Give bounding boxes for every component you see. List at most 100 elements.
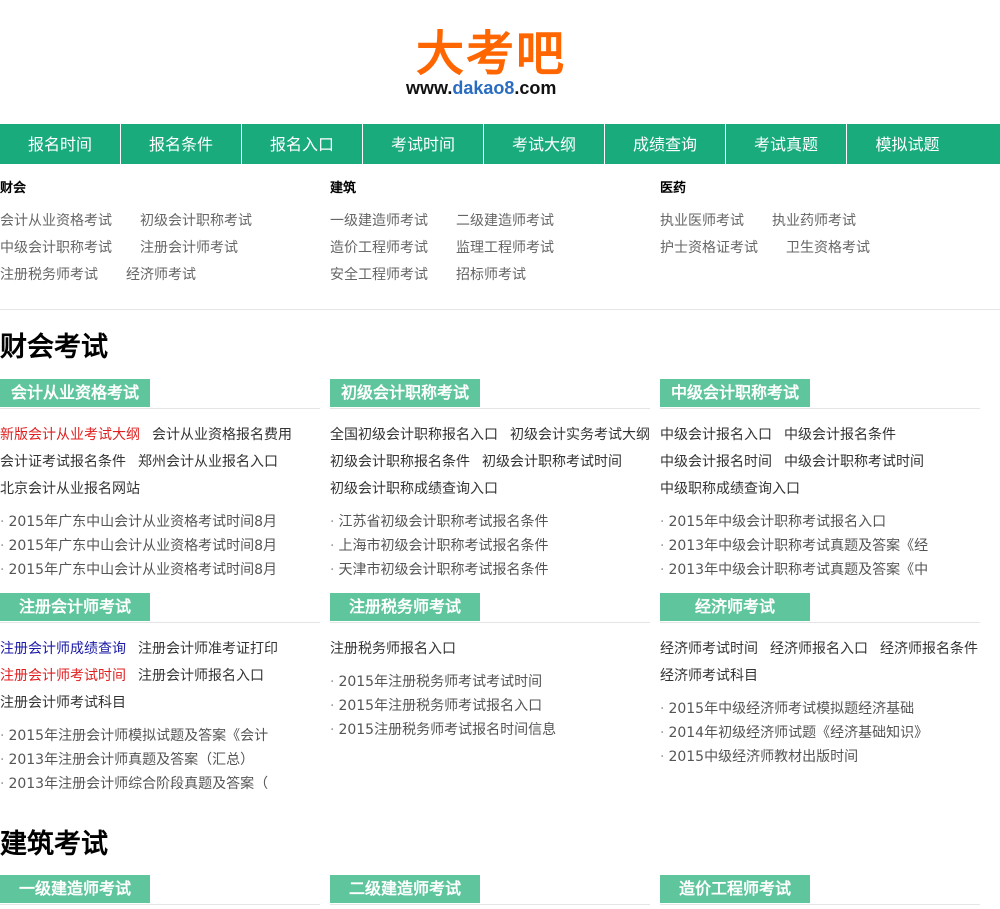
logo-url: www.dakao8.com	[406, 78, 557, 98]
list-item[interactable]: · 2015年注册会计师模拟试题及答案《会计	[0, 727, 275, 745]
box-tab[interactable]: 一级建造师考试	[0, 875, 150, 903]
category-link[interactable]: 经济师考试	[126, 266, 196, 284]
category-link[interactable]: 造价工程师考试	[330, 239, 428, 257]
exam-box-cpa: 注册会计师考试 注册会计师成绩查询 注册会计师准考证打印 注册会计师考试时间 注…	[0, 593, 320, 803]
box-header: 中级会计职称考试	[660, 379, 980, 409]
category-title: 建筑	[330, 181, 357, 196]
hot-link[interactable]: 经济师报名入口	[770, 640, 868, 658]
nav-item-score-query[interactable]: 成绩查询	[605, 124, 726, 164]
list-item[interactable]: · 2015中级经济师教材出版时间	[660, 748, 950, 766]
main-nav: 报名时间 报名条件 报名入口 考试时间 考试大纲 成绩查询 考试真题 模拟试题	[0, 124, 1000, 164]
category-link[interactable]: 安全工程师考试	[330, 266, 428, 284]
category-link[interactable]: 中级会计职称考试	[0, 239, 112, 257]
list-item[interactable]: · 2015注册税务师考试报名时间信息	[330, 721, 620, 739]
hot-link[interactable]: 中级会计报名条件	[784, 426, 896, 444]
category-panel: 财会 会计从业资格考试 初级会计职称考试 中级会计职称考试 注册会计师考试 注册…	[0, 164, 1000, 310]
category-link[interactable]: 初级会计职称考试	[140, 212, 252, 230]
category-link[interactable]: 二级建造师考试	[456, 212, 554, 230]
box-header: 造价工程师考试	[660, 875, 980, 905]
hot-link[interactable]: 中级职称成绩查询入口	[660, 480, 800, 498]
nav-item-signup-entry[interactable]: 报名入口	[242, 124, 363, 164]
box-tab[interactable]: 造价工程师考试	[660, 875, 810, 903]
hot-link[interactable]: 全国初级会计职称报名入口	[330, 426, 498, 444]
box-header: 一级建造师考试	[0, 875, 320, 905]
hot-link[interactable]: 中级会计报名时间	[660, 453, 772, 471]
box-header: 初级会计职称考试	[330, 379, 650, 409]
hot-link[interactable]: 会计从业资格报名费用	[152, 426, 292, 444]
section-title-construction: 建筑考试	[0, 829, 108, 860]
hot-link[interactable]: 新版会计从业考试大纲	[0, 426, 140, 444]
list-item[interactable]: · 2015年中级经济师考试模拟题经济基础	[660, 700, 950, 718]
nav-item-past-papers[interactable]: 考试真题	[726, 124, 847, 164]
box-tab[interactable]: 注册会计师考试	[0, 593, 150, 621]
hot-link[interactable]: 注册会计师考试时间	[0, 667, 126, 685]
list-item[interactable]: · 2013年注册会计师真题及答案（汇总）	[0, 751, 275, 769]
list-item[interactable]: · 2015年广东中山会计从业资格考试时间8月	[0, 537, 290, 555]
list-item[interactable]: · 2015年注册税务师考试报名入口	[330, 697, 620, 715]
hot-link[interactable]: 中级会计职称考试时间	[784, 453, 924, 471]
category-link[interactable]: 卫生资格考试	[786, 239, 870, 257]
hot-link[interactable]: 注册会计师考试科目	[0, 694, 126, 712]
exam-box-accounting-qualification: 会计从业资格考试 新版会计从业考试大纲 会计从业资格报名费用 会计证考试报名条件…	[0, 379, 320, 579]
section-title-finance: 财会考试	[0, 332, 108, 363]
hot-link[interactable]: 初级会计实务考试大纲	[510, 426, 650, 444]
nav-item-exam-time[interactable]: 考试时间	[363, 124, 484, 164]
hot-link[interactable]: 经济师考试科目	[660, 667, 758, 685]
hot-link[interactable]: 注册会计师准考证打印	[138, 640, 278, 658]
nav-item-signup-time[interactable]: 报名时间	[0, 124, 121, 164]
category-link[interactable]: 执业药师考试	[772, 212, 856, 230]
hot-link[interactable]: 会计证考试报名条件	[0, 453, 126, 471]
list-item[interactable]: · 上海市初级会计职称考试报名条件	[330, 537, 620, 555]
category-link[interactable]: 执业医师考试	[660, 212, 744, 230]
nav-item-mock-tests[interactable]: 模拟试题	[847, 124, 968, 164]
box-tab[interactable]: 二级建造师考试	[330, 875, 480, 903]
hot-link[interactable]: 注册税务师报名入口	[330, 640, 456, 658]
category-link[interactable]: 注册会计师考试	[140, 239, 238, 257]
exam-box-junior-accounting: 初级会计职称考试 全国初级会计职称报名入口 初级会计实务考试大纲 初级会计职称报…	[330, 379, 650, 579]
category-link[interactable]: 一级建造师考试	[330, 212, 428, 230]
hot-link[interactable]: 初级会计职称考试时间	[482, 453, 622, 471]
list-item[interactable]: · 2013年中级会计职称考试真题及答案《中	[660, 561, 930, 579]
logo-text: 大考吧	[416, 26, 567, 82]
exam-box-economist: 经济师考试 经济师考试时间 经济师报名入口 经济师报名条件 经济师考试科目 · 2…	[660, 593, 980, 773]
hot-link[interactable]: 初级会计职称报名条件	[330, 453, 470, 471]
category-title: 财会	[0, 181, 27, 196]
hot-link[interactable]: 北京会计从业报名网站	[0, 480, 140, 498]
hot-link[interactable]: 中级会计报名入口	[660, 426, 772, 444]
exam-box-second-class-constructor: 二级建造师考试	[330, 875, 650, 906]
category-link[interactable]: 护士资格证考试	[660, 239, 758, 257]
category-link[interactable]: 监理工程师考试	[456, 239, 554, 257]
nav-item-syllabus[interactable]: 考试大纲	[484, 124, 605, 164]
list-item[interactable]: · 2015年广东中山会计从业资格考试时间8月	[0, 513, 290, 531]
list-item[interactable]: · 2014年初级经济师试题《经济基础知识》	[660, 724, 950, 742]
category-link[interactable]: 会计从业资格考试	[0, 212, 112, 230]
hot-link[interactable]: 注册会计师报名入口	[138, 667, 264, 685]
box-tab[interactable]: 经济师考试	[660, 593, 810, 621]
hot-link[interactable]: 初级会计职称成绩查询入口	[330, 480, 498, 498]
category-link[interactable]: 招标师考试	[456, 266, 526, 284]
box-tab[interactable]: 初级会计职称考试	[330, 379, 480, 407]
list-item[interactable]: · 2015年中级会计职称考试报名入口	[660, 513, 930, 531]
category-link[interactable]: 注册税务师考试	[0, 266, 98, 284]
hot-link[interactable]: 经济师考试时间	[660, 640, 758, 658]
box-header: 经济师考试	[660, 593, 980, 623]
list-item[interactable]: · 江苏省初级会计职称考试报名条件	[330, 513, 620, 531]
box-header: 会计从业资格考试	[0, 379, 320, 409]
site-logo[interactable]: 大考吧 www.dakao8.com	[0, 0, 1000, 124]
box-tab[interactable]: 会计从业资格考试	[0, 379, 150, 407]
nav-item-signup-conditions[interactable]: 报名条件	[121, 124, 242, 164]
list-item[interactable]: · 天津市初级会计职称考试报名条件	[330, 561, 620, 579]
list-item[interactable]: · 2013年中级会计职称考试真题及答案《经	[660, 537, 930, 555]
list-item[interactable]: · 2015年广东中山会计从业资格考试时间8月	[0, 561, 290, 579]
hot-link[interactable]: 郑州会计从业报名入口	[138, 453, 278, 471]
list-item[interactable]: · 2013年注册会计师综合阶段真题及答案（	[0, 775, 275, 793]
box-header: 注册税务师考试	[330, 593, 650, 623]
box-tab[interactable]: 中级会计职称考试	[660, 379, 810, 407]
list-item[interactable]: · 2015年注册税务师考试考试时间	[330, 673, 620, 691]
category-title: 医药	[660, 181, 687, 196]
hot-link[interactable]: 经济师报名条件	[880, 640, 978, 658]
hot-link[interactable]: 注册会计师成绩查询	[0, 640, 126, 658]
box-header: 二级建造师考试	[330, 875, 650, 905]
box-tab[interactable]: 注册税务师考试	[330, 593, 480, 621]
exam-box-cost-engineer: 造价工程师考试	[660, 875, 980, 906]
